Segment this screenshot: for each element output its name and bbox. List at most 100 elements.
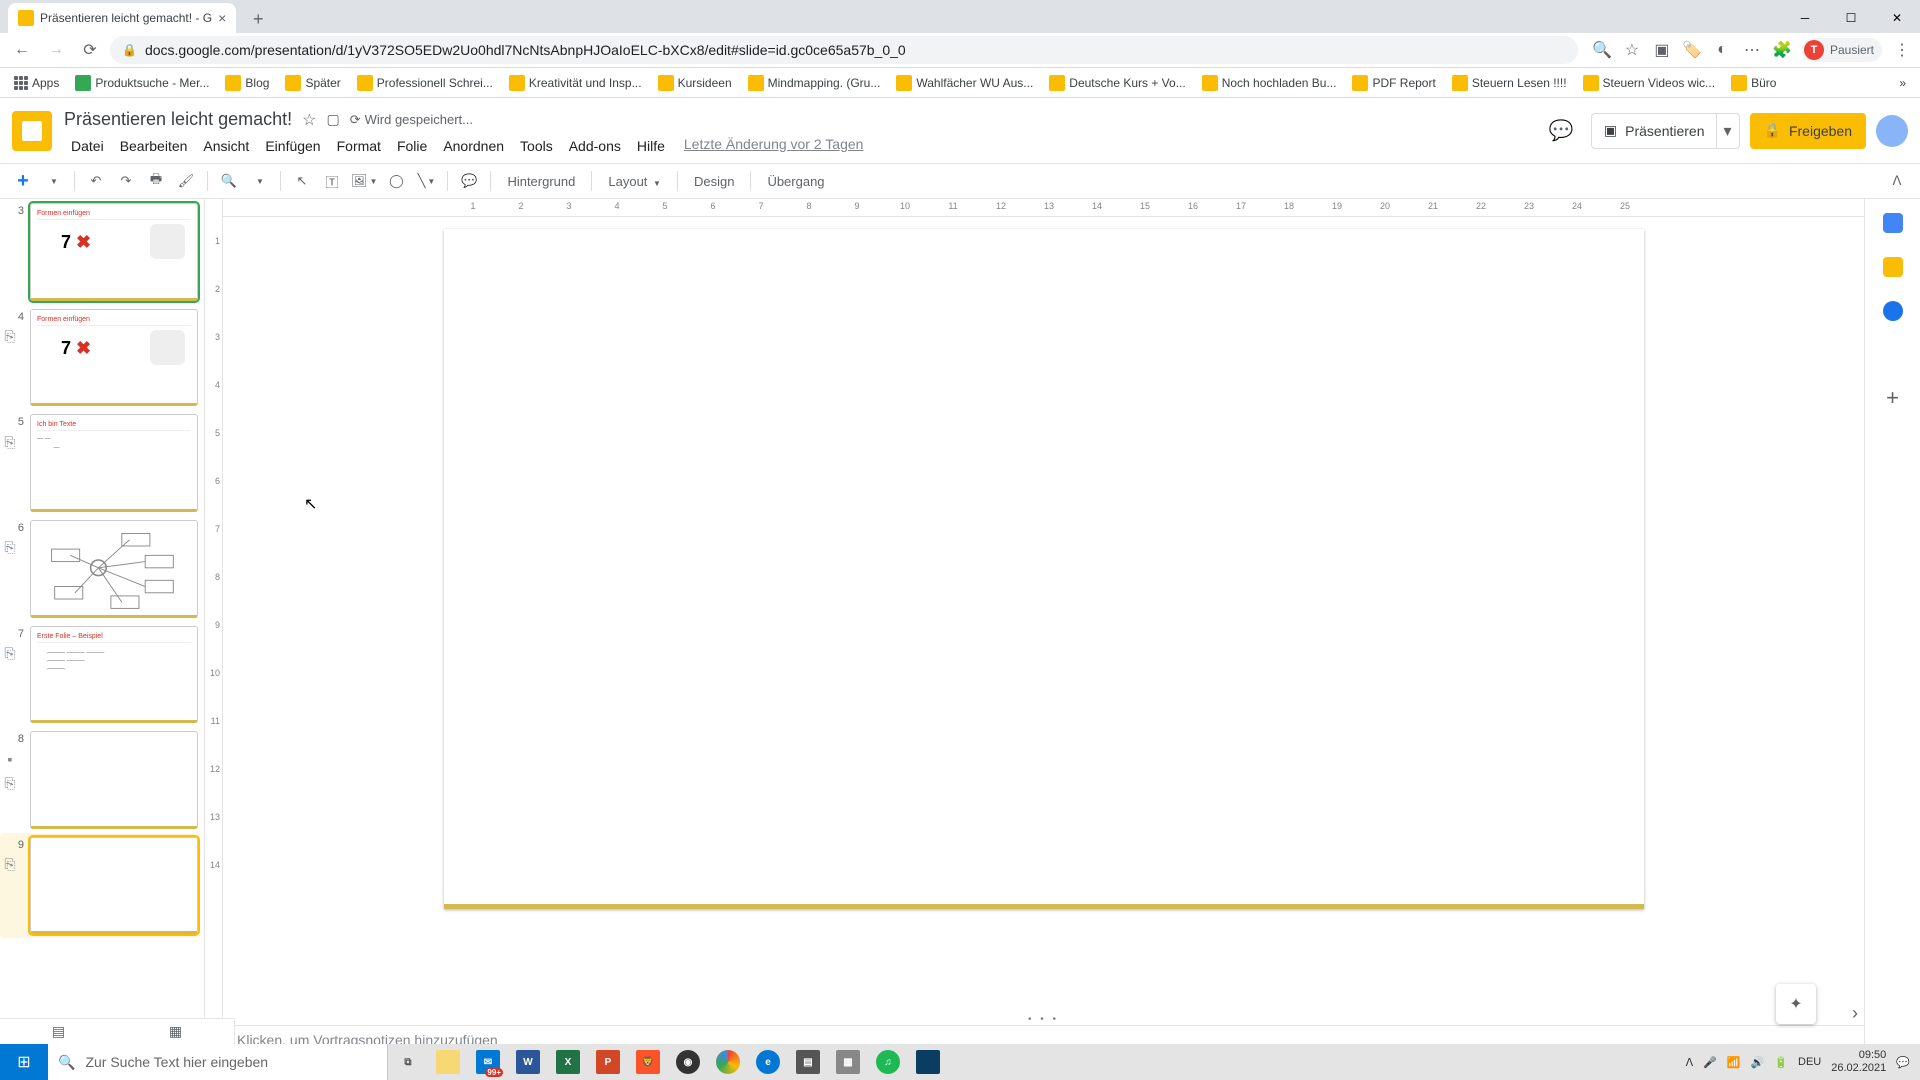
tray-notifications-icon[interactable]: 💬 (1896, 1056, 1910, 1069)
slide-thumbnail-5[interactable]: Ich bin Texte— — — (30, 414, 198, 512)
bookmark-star-icon[interactable]: ☆ (1622, 40, 1642, 60)
tray-volume-icon[interactable]: 🔊 (1751, 1056, 1765, 1069)
new-slide-button[interactable]: + (10, 168, 36, 194)
last-edit-link[interactable]: Letzte Änderung vor 2 Tagen (684, 136, 864, 156)
slide-thumbnail-4[interactable]: Formen einfügen7 ✖ (30, 309, 198, 407)
tray-language[interactable]: DEU (1798, 1056, 1821, 1068)
tray-battery-icon[interactable]: 🔋 (1774, 1056, 1788, 1069)
zoom-button[interactable]: 🔍 (216, 168, 242, 194)
start-button[interactable]: ⊞ (0, 1044, 48, 1080)
bookmark-item[interactable]: Noch hochladen Bu... (1196, 71, 1343, 95)
layout-button[interactable]: Layout ▼ (600, 174, 669, 189)
slide-thumbnail-7[interactable]: Erste Folie – Beispiel——— ——— —————— ———… (30, 626, 198, 724)
image-tool[interactable]: 🖼▼ (349, 168, 379, 194)
move-icon[interactable]: ▢ (326, 111, 339, 128)
shape-tool[interactable]: ◯ (383, 168, 409, 194)
task-view-button[interactable]: ⧉ (388, 1044, 428, 1080)
hide-menus-button[interactable]: ᐱ (1884, 168, 1910, 194)
bookmark-overflow[interactable]: » (1893, 71, 1912, 95)
extensions-icon[interactable]: 🧩 (1772, 40, 1792, 60)
notes-resize-handle[interactable]: • • • (223, 1013, 1864, 1025)
bookmark-item[interactable]: Kreativität und Insp... (503, 71, 648, 95)
menu-hilfe[interactable]: Hilfe (630, 136, 672, 156)
brave-app[interactable]: 🦁 (628, 1044, 668, 1080)
spotify-app[interactable]: ♫ (868, 1044, 908, 1080)
present-dropdown[interactable]: ▾ (1716, 113, 1740, 149)
extension-tag-icon[interactable]: 🏷️ (1682, 40, 1702, 60)
browser-tab[interactable]: Präsentieren leicht gemacht! - G × (8, 3, 236, 33)
grid-view-button[interactable]: ▦ (169, 1023, 182, 1040)
minimize-window-button[interactable]: ─ (1782, 3, 1828, 33)
tray-mic-icon[interactable]: 🎤 (1703, 1056, 1717, 1069)
bookmark-item[interactable]: Wahlfächer WU Aus... (890, 71, 1039, 95)
menu-format[interactable]: Format (330, 136, 388, 156)
tray-wifi-icon[interactable]: 📶 (1727, 1056, 1741, 1069)
bookmark-item[interactable]: Kursideen (652, 71, 738, 95)
edge-app[interactable]: e (748, 1044, 788, 1080)
redo-button[interactable]: ↷ (113, 168, 139, 194)
menu-tools[interactable]: Tools (513, 136, 560, 156)
close-tab-icon[interactable]: × (218, 10, 226, 26)
filmstrip-view-button[interactable]: ▤ (52, 1023, 65, 1040)
select-tool[interactable]: ↖ (289, 168, 315, 194)
maximize-window-button[interactable]: ☐ (1828, 3, 1874, 33)
chrome-menu-icon[interactable]: ⋮ (1892, 40, 1912, 60)
add-addon-button[interactable]: + (1886, 385, 1899, 411)
present-button[interactable]: ▣ Präsentieren (1591, 113, 1717, 149)
keep-icon[interactable] (1883, 257, 1903, 277)
profile-button[interactable]: T Pausiert (1802, 38, 1882, 62)
share-button[interactable]: 🔒 Freigeben (1750, 113, 1866, 149)
star-icon[interactable]: ☆ (302, 110, 316, 130)
slide-thumbnail-8[interactable] (30, 731, 198, 829)
notepad-app[interactable]: ▤ (788, 1044, 828, 1080)
lastpass-icon[interactable]: ⋯ (1742, 40, 1762, 60)
chrome-app[interactable] (708, 1044, 748, 1080)
new-slide-dropdown[interactable]: ▼ (40, 168, 66, 194)
address-bar[interactable]: 🔒 docs.google.com/presentation/d/1yV372S… (110, 36, 1578, 64)
textbox-tool[interactable]: 🅃 (319, 168, 345, 194)
calendar-icon[interactable] (1883, 213, 1903, 233)
bookmark-item[interactable]: Später (279, 71, 346, 95)
next-arrow[interactable]: › (1852, 1003, 1858, 1024)
terminal-app[interactable] (908, 1044, 948, 1080)
slide-thumbnail-9[interactable] (30, 837, 198, 935)
paint-format-button[interactable]: 🖌 (173, 168, 199, 194)
line-tool[interactable]: ╲▼ (413, 168, 439, 194)
menu-folie[interactable]: Folie (390, 136, 434, 156)
undo-button[interactable]: ↶ (83, 168, 109, 194)
incognito-icon[interactable]: ◐ (1712, 40, 1732, 60)
tray-clock[interactable]: 09:50 26.02.2021 (1831, 1049, 1886, 1075)
document-title[interactable]: Präsentieren leicht gemacht! (64, 109, 292, 130)
tray-chevron-icon[interactable]: ᐱ (1686, 1056, 1694, 1069)
zoom-dropdown[interactable]: ▼ (246, 168, 272, 194)
bookmark-item[interactable]: Deutsche Kurs + Vo... (1043, 71, 1191, 95)
slides-logo-icon[interactable] (12, 111, 52, 151)
transition-button[interactable]: Übergang (759, 174, 832, 189)
comment-tool[interactable]: 💬 (456, 168, 482, 194)
slide-thumbnail-6[interactable] (30, 520, 198, 618)
close-window-button[interactable]: ✕ (1874, 3, 1920, 33)
reload-button[interactable]: ⟳ (76, 36, 104, 64)
bookmark-item[interactable]: Produktsuche - Mer... (69, 71, 215, 95)
slide-filmstrip[interactable]: 3 Formen einfügen7 ✖ 4⎘ Formen einfügen7… (0, 199, 205, 1054)
excel-app[interactable]: X (548, 1044, 588, 1080)
new-tab-button[interactable]: + (244, 5, 272, 33)
menu-ansicht[interactable]: Ansicht (196, 136, 256, 156)
zoom-icon[interactable]: 🔍 (1592, 40, 1612, 60)
bookmark-item[interactable]: Steuern Videos wic... (1577, 71, 1722, 95)
taskbar-search[interactable]: 🔍 Zur Suche Text hier eingeben (48, 1044, 388, 1080)
menu-einfuegen[interactable]: Einfügen (258, 136, 327, 156)
obs-app[interactable]: ◉ (668, 1044, 708, 1080)
bookmark-item[interactable]: PDF Report (1346, 71, 1441, 95)
menu-datei[interactable]: Datei (64, 136, 111, 156)
word-app[interactable]: W (508, 1044, 548, 1080)
slide-canvas[interactable] (444, 229, 1644, 909)
bookmark-item[interactable]: Blog (219, 71, 275, 95)
reader-icon[interactable]: ▣ (1652, 40, 1672, 60)
calculator-app[interactable]: ▦ (828, 1044, 868, 1080)
back-button[interactable]: ← (8, 36, 36, 64)
menu-bearbeiten[interactable]: Bearbeiten (113, 136, 195, 156)
background-button[interactable]: Hintergrund (499, 174, 583, 189)
tasks-icon[interactable] (1883, 301, 1903, 321)
apps-shortcut[interactable]: Apps (8, 71, 65, 95)
